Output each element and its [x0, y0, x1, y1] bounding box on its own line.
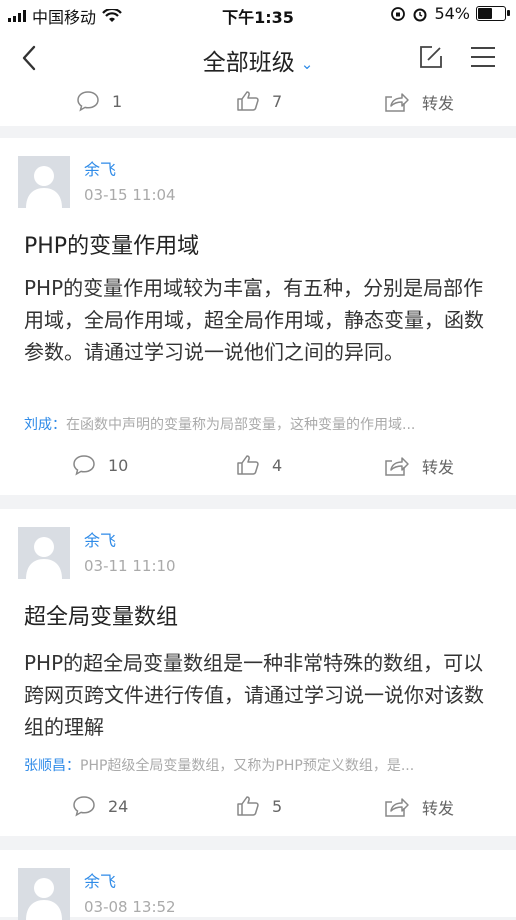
post-card-partial: 1 7 转发	[0, 90, 516, 126]
comment-button[interactable]: 10	[72, 454, 128, 476]
battery-percent: 54%	[434, 4, 470, 23]
like-button[interactable]: 4	[236, 454, 282, 476]
like-count: 7	[272, 91, 283, 111]
avatar[interactable]	[18, 868, 70, 920]
comment-button[interactable]: 24	[72, 795, 128, 817]
rotation-lock-icon	[391, 6, 406, 21]
post-card[interactable]: 余飞 03-08 13:52	[0, 850, 516, 920]
share-button[interactable]: 转发	[384, 795, 454, 819]
comment-count: 10	[108, 455, 129, 475]
author-name[interactable]: 余飞	[84, 527, 116, 551]
latest-reply[interactable]: 张顺昌：PHP超级全局变量数组，又称为PHP预定义数组，是...	[24, 755, 494, 775]
comment-count: 1	[112, 91, 123, 111]
default-avatar-icon	[26, 166, 62, 208]
like-button[interactable]: 7	[236, 90, 282, 112]
post-time: 03-08 13:52	[84, 898, 176, 916]
post-time: 03-15 11:04	[84, 186, 176, 204]
nav-bar: 全部班级 ⌄	[0, 28, 516, 90]
author-name[interactable]: 余飞	[84, 156, 116, 180]
reply-text: PHP超级全局变量数组，又称为PHP预定义数组，是...	[80, 758, 415, 774]
share-label: 转发	[422, 94, 455, 113]
reply-text: 在函数中声明的变量称为局部变量，这种变量的作用域...	[66, 417, 416, 433]
compose-icon[interactable]	[418, 44, 444, 70]
chevron-down-icon: ⌄	[300, 54, 314, 73]
battery-icon	[476, 6, 510, 21]
menu-icon[interactable]	[470, 46, 496, 68]
avatar[interactable]	[18, 527, 70, 579]
comment-count: 24	[108, 796, 129, 816]
post-card[interactable]: 余飞 03-11 11:10 超全局变量数组 PHP的超全局变量数组是一种非常特…	[0, 509, 516, 836]
latest-reply[interactable]: 刘成：在函数中声明的变量称为局部变量，这种变量的作用域...	[24, 414, 494, 434]
nav-title-label: 全部班级	[202, 50, 295, 76]
comment-icon	[73, 796, 95, 817]
share-icon	[385, 93, 409, 112]
share-button[interactable]: 转发	[384, 454, 454, 478]
post-title: 超全局变量数组	[24, 605, 179, 630]
alarm-icon	[413, 8, 427, 21]
comment-button[interactable]: 1	[76, 90, 122, 112]
thumbs-up-icon	[237, 91, 259, 111]
thumbs-up-icon	[237, 455, 259, 475]
like-button[interactable]: 5	[236, 795, 282, 817]
reply-author: 刘成：	[24, 417, 66, 433]
share-label: 转发	[422, 799, 455, 818]
comment-icon	[73, 455, 95, 476]
share-label: 转发	[422, 458, 455, 477]
status-bar: 中国移动 下午1:35 54%	[0, 0, 516, 28]
default-avatar-icon	[26, 878, 62, 920]
thumbs-up-icon	[237, 796, 259, 816]
post-body: PHP的变量作用域较为丰富，有五种，分别是局部作用域，全局作用域，超全局作用域，…	[24, 276, 484, 364]
post-body: PHP的超全局变量数组是一种非常特殊的数组，可以跨网页跨文件进行传值，请通过学习…	[24, 651, 484, 739]
reply-author: 张顺昌：	[24, 758, 80, 774]
like-count: 4	[272, 455, 283, 475]
post-time: 03-11 11:10	[84, 557, 176, 575]
avatar[interactable]	[18, 156, 70, 208]
post-card[interactable]: 余飞 03-15 11:04 PHP的变量作用域 PHP的变量作用域较为丰富，有…	[0, 138, 516, 495]
like-count: 5	[272, 796, 283, 816]
author-name[interactable]: 余飞	[84, 868, 116, 892]
share-icon	[385, 798, 409, 817]
share-button[interactable]: 转发	[384, 90, 454, 114]
share-icon	[385, 457, 409, 476]
default-avatar-icon	[26, 537, 62, 579]
post-title: PHP的变量作用域	[24, 234, 200, 259]
comment-icon	[77, 91, 99, 112]
